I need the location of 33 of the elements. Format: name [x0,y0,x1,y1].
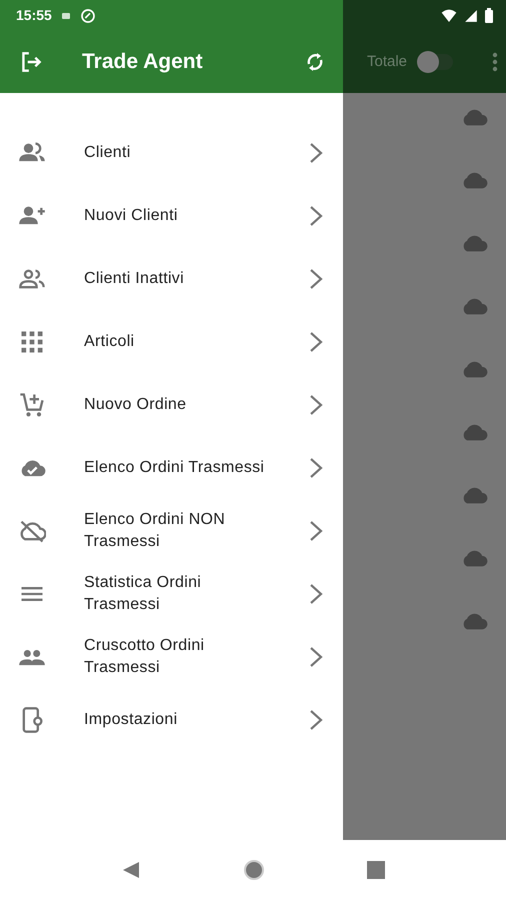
more-icon[interactable] [492,52,498,72]
menu-item[interactable]: Elenco Ordini NON Trasmessi [0,499,343,562]
chevron-right-icon [309,582,323,604]
notification-icon [62,12,70,18]
menu-item[interactable]: Statistica Ordini Trasmessi [0,562,343,625]
chevron-right-icon [309,268,323,290]
menu-item[interactable]: Nuovi Clienti [0,184,343,247]
home-icon[interactable] [243,859,265,881]
menu-item[interactable]: Nuovo Ordine [0,373,343,436]
add-to-cart-icon [18,390,46,418]
chevron-right-icon [309,708,323,730]
battery-icon [484,8,494,24]
status-time: 15:55 [16,6,52,25]
chevron-right-icon [309,330,323,352]
chevron-right-icon [309,646,323,668]
menu-item[interactable]: Clienti [0,121,343,184]
chevron-right-icon [309,456,323,478]
chevron-right-icon [309,142,323,164]
toggle-label: Totale [367,52,408,72]
wifi-icon [440,8,458,24]
toggle-switch[interactable] [419,54,454,70]
chevron-right-icon [309,204,323,226]
menu-item[interactable]: Clienti Inattivi [0,247,343,310]
menu-item[interactable]: Elenco Ordini Trasmessi [0,436,343,499]
signal-icon [464,8,478,24]
chevron-right-icon [309,394,323,416]
app-title: Trade Agent [82,49,204,76]
menu-item[interactable]: Articoli [0,310,343,373]
chevron-right-icon [309,520,323,542]
menu-item[interactable]: Cruscotto Ordini Trasmessi [0,625,343,688]
data-saver-icon [80,8,96,24]
menu-item[interactable]: Impostazioni [0,688,343,751]
back-icon[interactable] [121,860,141,880]
